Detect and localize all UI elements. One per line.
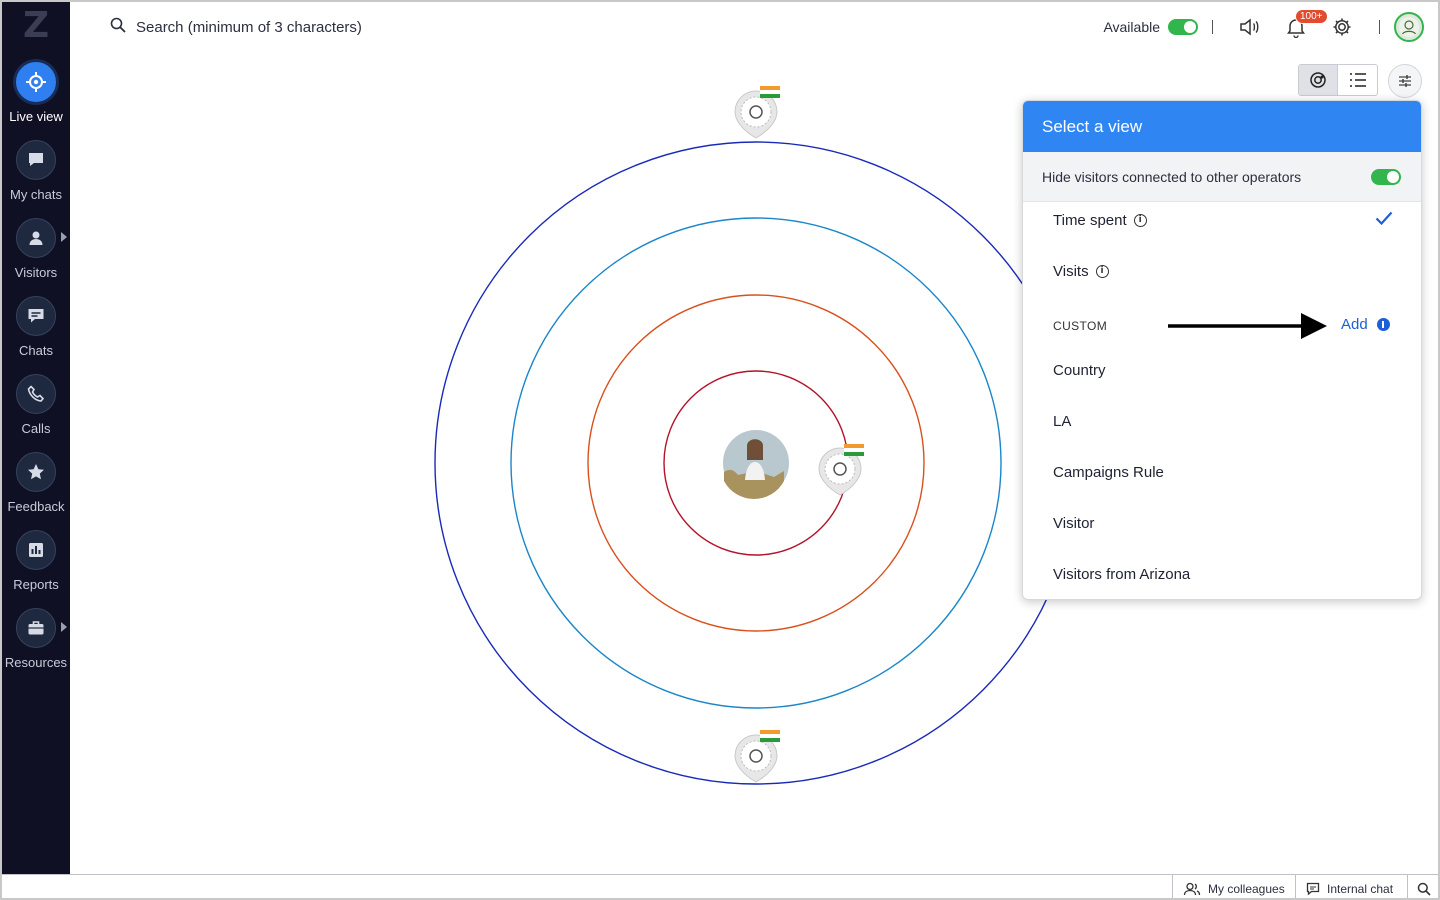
add-custom-view-button[interactable]: Add [1341, 316, 1390, 333]
bottom-search-button[interactable] [1407, 875, 1438, 898]
select-view-dropdown: Select a view Hide visitors connected to… [1022, 100, 1422, 600]
view-option-time-spent[interactable]: Time spent i [1053, 212, 1147, 229]
custom-view-item[interactable]: Campaigns Rule [1053, 464, 1164, 481]
flag-icon [844, 444, 864, 448]
view-option-visits[interactable]: Visits i [1053, 263, 1109, 280]
hide-visitors-label: Hide visitors connected to other operato… [1042, 168, 1302, 185]
custom-view-item[interactable]: Visitor [1053, 515, 1094, 532]
operator-avatar [721, 428, 791, 499]
custom-view-item[interactable]: Country [1053, 362, 1106, 379]
hide-visitors-row: Hide visitors connected to other operato… [1023, 152, 1421, 202]
visitor-pin-bottom[interactable] [734, 730, 780, 783]
visitor-pin-top[interactable] [734, 86, 780, 139]
info-icon[interactable]: i [1095, 265, 1109, 278]
flag-icon [760, 86, 780, 90]
my-colleagues-label: My colleagues [1208, 881, 1285, 896]
internal-chat-button[interactable]: Internal chat [1295, 875, 1407, 898]
add-label: Add [1341, 316, 1368, 333]
custom-view-item[interactable]: LA [1053, 413, 1071, 430]
checkmark-icon [1375, 211, 1393, 230]
internal-chat-icon [1306, 882, 1320, 895]
option-label: Time spent [1053, 212, 1127, 229]
hide-visitors-toggle[interactable] [1371, 168, 1401, 185]
custom-view-item[interactable]: Visitors from Arizona [1053, 566, 1190, 583]
info-icon[interactable]: i [1133, 214, 1147, 227]
info-dot-icon [1376, 318, 1390, 331]
colleagues-icon [1183, 882, 1201, 895]
flag-icon [760, 730, 780, 734]
panel-title: Select a view [1023, 101, 1421, 152]
search-icon [1417, 882, 1431, 896]
arrow-right-icon [1168, 313, 1327, 339]
custom-section-label: CUSTOM [1053, 319, 1108, 333]
bottom-bar: My colleagues Internal chat [2, 874, 1438, 898]
visitor-pin-middle[interactable] [818, 444, 864, 496]
app-window: Z Live view My chats Visitors Chats Call… [0, 0, 1440, 900]
my-colleagues-button[interactable]: My colleagues [1172, 875, 1295, 898]
option-label: Visits [1053, 263, 1089, 280]
internal-chat-label: Internal chat [1327, 881, 1394, 896]
